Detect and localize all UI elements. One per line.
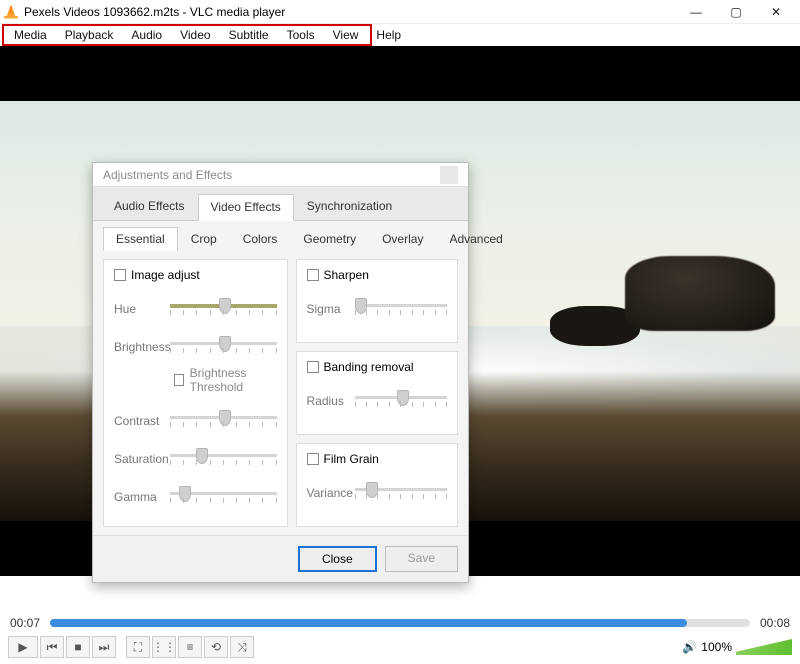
subtab-essential[interactable]: Essential: [103, 227, 178, 251]
titlebar: Pexels Videos 1093662.m2ts - VLC media p…: [0, 0, 800, 24]
stop-button[interactable]: ■: [66, 636, 90, 658]
dialog-titlebar[interactable]: Adjustments and Effects: [93, 163, 468, 187]
contrast-label: Contrast: [114, 414, 170, 428]
video-area: Adjustments and Effects Audio Effects Vi…: [0, 46, 800, 576]
radius-slider[interactable]: [355, 390, 448, 412]
sigma-label: Sigma: [307, 302, 355, 316]
subtab-overlay[interactable]: Overlay: [369, 227, 436, 251]
hue-label: Hue: [114, 302, 170, 316]
dialog-subtabs: Essential Crop Colors Geometry Overlay A…: [93, 221, 468, 251]
saturation-label: Saturation: [114, 452, 170, 466]
sharpen-group: Sharpen Sigma: [296, 259, 459, 343]
close-window-button[interactable]: ✕: [756, 1, 796, 23]
speaker-icon[interactable]: 🔊: [682, 640, 697, 654]
film-grain-group: Film Grain Variance: [296, 443, 459, 527]
variance-label: Variance: [307, 486, 355, 500]
sharpen-label: Sharpen: [324, 268, 369, 282]
tab-synchronization[interactable]: Synchronization: [294, 193, 405, 220]
next-button[interactable]: ⏭: [92, 636, 116, 658]
menu-playback[interactable]: Playback: [57, 26, 122, 44]
minimize-button[interactable]: —: [676, 1, 716, 23]
contrast-slider[interactable]: [170, 410, 277, 432]
fullscreen-button[interactable]: ⛶: [126, 636, 150, 658]
menubar: Media Playback Audio Video Subtitle Tool…: [2, 24, 372, 46]
player-controls: 00:07 00:08 ▶ ⏮ ■ ⏭ ⛶ ⋮⋮ ≡ ⟲ ⤨ 🔊 100%: [0, 612, 800, 664]
radius-label: Radius: [307, 394, 355, 408]
play-button[interactable]: ▶: [8, 636, 38, 658]
dialog-close-icon[interactable]: [440, 166, 458, 184]
volume-percent: 100%: [701, 640, 732, 654]
menu-tools[interactable]: Tools: [279, 26, 323, 44]
hue-slider[interactable]: [170, 298, 277, 320]
menu-media[interactable]: Media: [6, 26, 55, 44]
close-button[interactable]: Close: [298, 546, 377, 572]
subtab-geometry[interactable]: Geometry: [290, 227, 369, 251]
banding-removal-checkbox[interactable]: [307, 361, 319, 373]
seek-bar[interactable]: [50, 619, 750, 627]
tab-video-effects[interactable]: Video Effects: [198, 194, 294, 221]
brightness-label: Brightness: [114, 340, 170, 354]
save-button[interactable]: Save: [385, 546, 458, 572]
window-title: Pexels Videos 1093662.m2ts - VLC media p…: [24, 5, 676, 19]
banding-removal-label: Banding removal: [324, 360, 414, 374]
menu-view[interactable]: View: [325, 26, 367, 44]
tab-audio-effects[interactable]: Audio Effects: [101, 193, 198, 220]
saturation-slider[interactable]: [170, 448, 277, 470]
volume-slider[interactable]: [736, 639, 792, 655]
brightness-threshold-checkbox[interactable]: [174, 374, 184, 386]
image-adjust-group: Image adjust Hue Brightness: [103, 259, 288, 527]
image-adjust-checkbox[interactable]: [114, 269, 126, 281]
subtab-crop[interactable]: Crop: [178, 227, 230, 251]
film-grain-checkbox[interactable]: [307, 453, 319, 465]
maximize-button[interactable]: ▢: [716, 1, 756, 23]
sharpen-checkbox[interactable]: [307, 269, 319, 281]
brightness-slider[interactable]: [170, 336, 277, 358]
gamma-slider[interactable]: [170, 486, 277, 508]
shuffle-button[interactable]: ⤨: [230, 636, 254, 658]
playlist-button[interactable]: ≡: [178, 636, 202, 658]
loop-button[interactable]: ⟲: [204, 636, 228, 658]
subtab-advanced[interactable]: Advanced: [436, 227, 515, 251]
time-total[interactable]: 00:08: [760, 616, 790, 630]
sigma-slider[interactable]: [355, 298, 448, 320]
prev-button[interactable]: ⏮: [40, 636, 64, 658]
adjustments-effects-dialog: Adjustments and Effects Audio Effects Vi…: [92, 162, 469, 583]
dialog-buttons: Close Save: [93, 535, 468, 582]
extended-settings-button[interactable]: ⋮⋮: [152, 636, 176, 658]
gamma-label: Gamma: [114, 490, 170, 504]
banding-removal-group: Banding removal Radius: [296, 351, 459, 435]
menu-subtitle[interactable]: Subtitle: [221, 26, 277, 44]
image-adjust-label: Image adjust: [131, 268, 200, 282]
time-elapsed[interactable]: 00:07: [10, 616, 40, 630]
dialog-tabs: Audio Effects Video Effects Synchronizat…: [93, 187, 468, 221]
dialog-title: Adjustments and Effects: [103, 168, 232, 182]
vlc-cone-icon: [4, 5, 18, 19]
subtab-colors[interactable]: Colors: [230, 227, 291, 251]
brightness-threshold-label: Brightness Threshold: [190, 366, 277, 394]
menu-help[interactable]: Help: [368, 26, 409, 44]
film-grain-label: Film Grain: [324, 452, 379, 466]
variance-slider[interactable]: [355, 482, 448, 504]
menu-audio[interactable]: Audio: [123, 26, 170, 44]
menu-video[interactable]: Video: [172, 26, 218, 44]
